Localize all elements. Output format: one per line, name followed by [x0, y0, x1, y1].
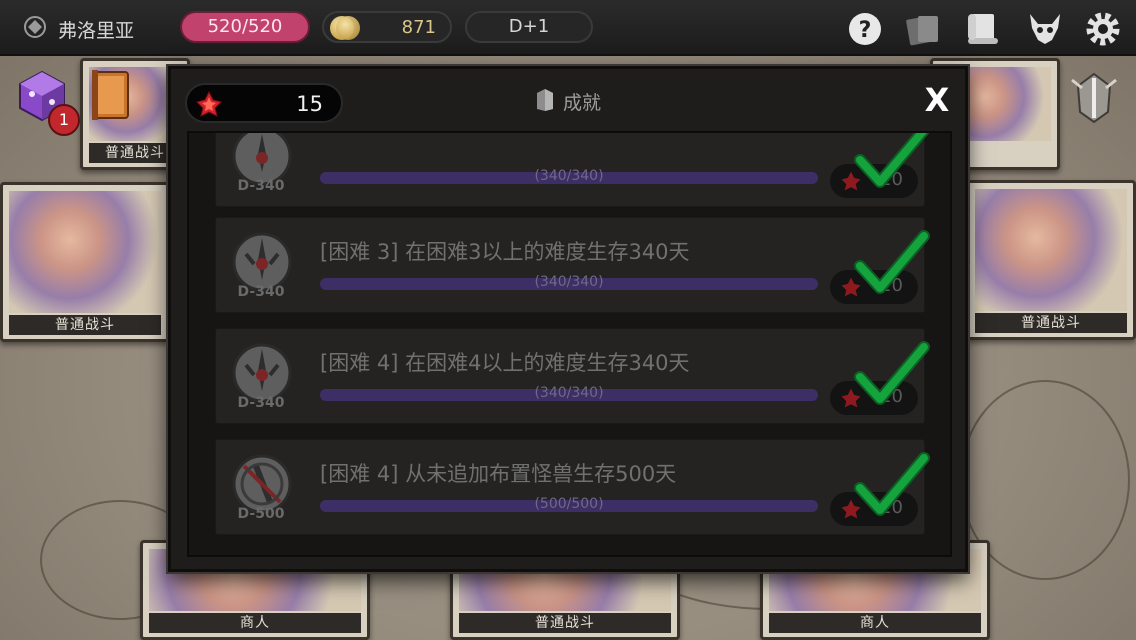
cards-icon[interactable] [904, 10, 942, 48]
badge-label: D-340 [237, 178, 285, 194]
help-icon[interactable]: ? [846, 10, 884, 48]
achievement-title: [困难 3] 在困难3以上的难度生存340天 [320, 240, 690, 264]
progress-text: (340/340) [534, 385, 604, 401]
achievement-title: [困难 4] 在困难4以上的难度生存340天 [320, 351, 690, 375]
badge-label: D-340 [237, 284, 285, 300]
svg-text:?: ? [859, 18, 872, 43]
card-label: 商人 [149, 613, 361, 633]
top-status-bar: 弗洛里亚 520/520 871 D+1 ? [0, 0, 1136, 56]
scroll-icon[interactable] [964, 10, 1002, 48]
badge-label: D-340 [237, 395, 285, 411]
achievement-list[interactable]: D-340 (340/340) 20 D-340 [困难 3] 在困难3以上的难… [187, 131, 952, 557]
hp-counter: 520/520 [180, 11, 310, 43]
notification-badge: 1 [48, 104, 80, 136]
badge-label: D-500 [237, 506, 285, 522]
dialog-title: 成就 [563, 92, 602, 114]
achievement-book-icon [535, 89, 555, 111]
completed-check-icon [854, 337, 930, 413]
gem-counter: 15 [185, 83, 343, 123]
completed-check-icon [854, 133, 930, 196]
card-art [9, 191, 161, 313]
progress-text: (340/340) [534, 168, 604, 184]
gem-icon [195, 90, 223, 118]
card-art [975, 189, 1127, 311]
settings-icon[interactable] [1084, 10, 1122, 48]
progress-text: (340/340) [534, 274, 604, 290]
map-marker-icon [22, 14, 48, 40]
trophy-icon[interactable] [1064, 68, 1124, 128]
achievement-title: [困难 4] 从未追加布置怪兽生存500天 [320, 462, 677, 486]
gold-counter: 871 [322, 11, 452, 43]
card-label: 普通战斗 [9, 315, 161, 335]
achievement-row: D-340 [困难 3] 在困难3以上的难度生存340天 (340/340) 2… [215, 217, 930, 313]
map-tile-card[interactable]: 普通战斗 [0, 182, 170, 342]
demon-icon[interactable] [1026, 10, 1064, 48]
completed-check-icon [854, 226, 930, 302]
card-label: 普通战斗 [459, 613, 671, 633]
day-counter: D+1 [465, 11, 593, 43]
achievement-row: D-500 [困难 4] 从未追加布置怪兽生存500天 (500/500) 20 [215, 439, 930, 535]
gold-value: 871 [401, 17, 436, 38]
achievement-row: D-340 (340/340) 20 [215, 133, 930, 207]
coin-icon [336, 16, 360, 40]
map-tile-card[interactable]: 普通战斗 [966, 180, 1136, 340]
close-button[interactable]: X [920, 83, 954, 117]
achievement-row: D-340 [困难 4] 在困难4以上的难度生存340天 (340/340) 2… [215, 328, 930, 424]
progress-text: (500/500) [534, 496, 604, 512]
card-label: 普通战斗 [975, 313, 1127, 333]
gem-value: 15 [296, 92, 323, 116]
achievements-dialog: 15 成就 X D-340 (340/340) 20 D-340 [困难 3] … [168, 66, 968, 572]
card-label: 商人 [769, 613, 981, 633]
completed-check-icon [854, 448, 930, 524]
book-icon[interactable] [88, 66, 136, 124]
location-name: 弗洛里亚 [58, 20, 135, 42]
